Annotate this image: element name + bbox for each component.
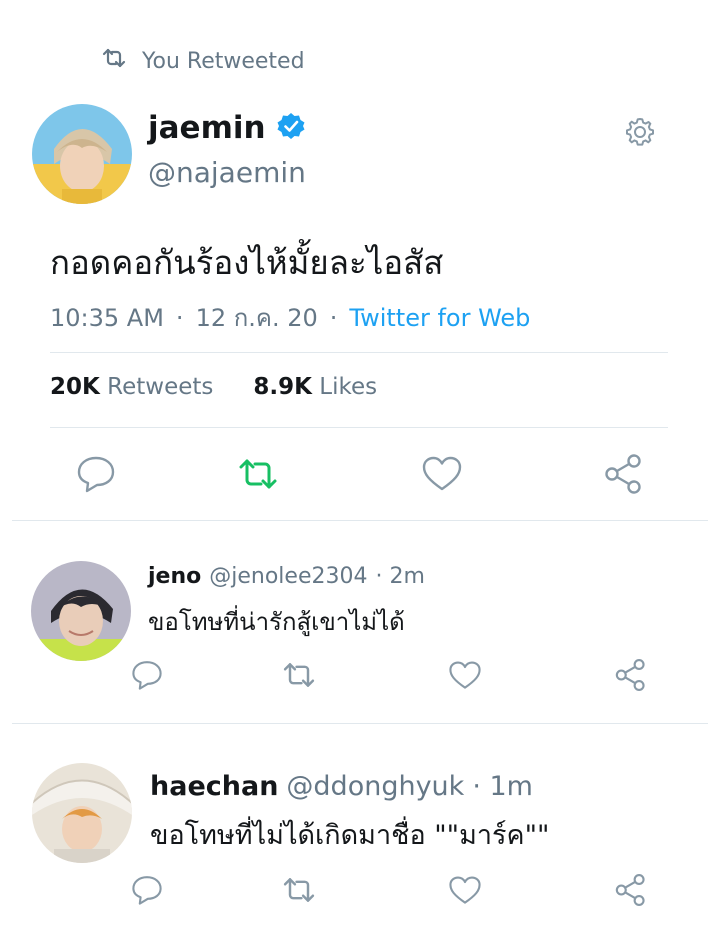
reply-icon[interactable] <box>128 871 166 909</box>
separator-dot: · <box>175 303 184 332</box>
separator-dot: · <box>329 303 338 332</box>
reply-tweet[interactable]: haechan @ddonghyuk · 1m ขอโทษที่ไม่ได้เก… <box>0 723 720 926</box>
timestamp: · 2m <box>375 564 425 589</box>
reply-text: ขอโทษที่ไม่ได้เกิดมาชื่อ ""มาร์ค"" <box>150 820 550 851</box>
tweet-text: กอดคอกันร้องไห้มั้ยละไอสัส <box>50 243 444 282</box>
share-icon[interactable] <box>612 871 650 909</box>
avatar[interactable] <box>32 104 132 204</box>
handle[interactable]: @najaemin <box>148 156 306 189</box>
share-icon[interactable] <box>612 656 650 694</box>
divider <box>50 352 668 353</box>
tweet-stats: 20K Retweets 8.9K Likes <box>50 374 377 400</box>
reply-header: haechan @ddonghyuk · 1m <box>150 771 533 802</box>
like-icon[interactable] <box>420 452 464 496</box>
timestamp: · 1m <box>472 771 533 802</box>
handle[interactable]: @ddonghyuk <box>286 771 464 802</box>
tweet-meta: 10:35 AM · 12 ก.ค. 20 · Twitter for Web <box>50 298 530 337</box>
reply-text: ขอโทษที่น่ารักสู้เขาไม่ได้ <box>148 608 405 636</box>
tweet-time: 10:35 AM <box>50 303 164 332</box>
share-icon[interactable] <box>602 452 646 496</box>
display-name[interactable]: jeno <box>148 564 201 589</box>
retweet-context: You Retweeted <box>100 44 305 78</box>
retweet-icon[interactable] <box>280 656 318 694</box>
gear-icon[interactable] <box>622 114 658 150</box>
verified-badge-icon <box>276 111 306 145</box>
display-name[interactable]: jaemin <box>148 110 266 146</box>
handle[interactable]: @jenolee2304 <box>209 564 367 589</box>
retweet-icon[interactable] <box>236 452 280 496</box>
like-icon[interactable] <box>446 656 484 694</box>
reply-header: jeno @jenolee2304 · 2m <box>148 564 425 589</box>
avatar[interactable] <box>31 561 131 661</box>
like-icon[interactable] <box>446 871 484 909</box>
avatar[interactable] <box>32 763 132 863</box>
reply-tweet[interactable]: jeno @jenolee2304 · 2m ขอโทษที่น่ารักสู้… <box>0 520 720 723</box>
reply-icon[interactable] <box>74 452 118 496</box>
retweets-stat[interactable]: 20K Retweets <box>50 374 213 400</box>
likes-stat[interactable]: 8.9K Likes <box>253 374 377 400</box>
tweet-source-link[interactable]: Twitter for Web <box>349 304 530 332</box>
divider <box>50 427 668 428</box>
display-name[interactable]: haechan <box>150 771 278 802</box>
reply-icon[interactable] <box>128 656 166 694</box>
tweet-date: 12 ก.ค. 20 <box>195 304 318 332</box>
retweet-context-label: You Retweeted <box>142 48 305 74</box>
retweet-icon <box>100 47 128 75</box>
retweet-icon[interactable] <box>280 871 318 909</box>
